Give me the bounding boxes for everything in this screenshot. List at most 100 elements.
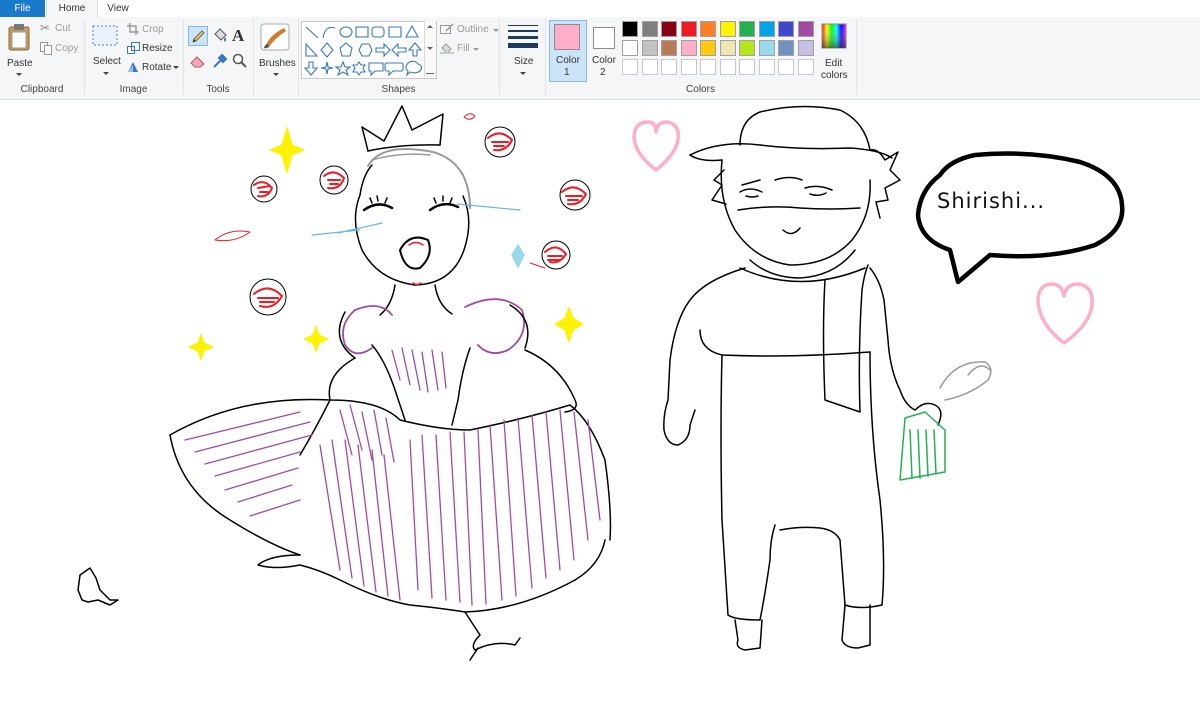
resize-button[interactable]: Resize xyxy=(127,41,175,57)
curve-shape-icon xyxy=(322,26,336,39)
yellow-sparkle xyxy=(303,325,329,353)
rose xyxy=(529,240,571,270)
palette-color-swatch[interactable] xyxy=(778,21,794,37)
group-separator xyxy=(499,19,500,95)
select-rectangle-icon xyxy=(92,25,118,46)
polygon-shape-icon xyxy=(388,26,402,38)
palette-color-swatch[interactable] xyxy=(622,21,638,37)
shapes-gallery-icons xyxy=(303,24,423,77)
rotate-icon xyxy=(128,62,138,72)
rose xyxy=(250,175,278,203)
text-tool-button[interactable]: A xyxy=(230,26,248,46)
oval-callout-shape-icon xyxy=(384,62,404,77)
palette-color-swatch[interactable] xyxy=(758,21,775,37)
palette-color-swatch[interactable] xyxy=(641,21,658,37)
tab-file[interactable]: File xyxy=(0,0,45,17)
grey-string-drawing xyxy=(939,361,992,401)
color-picker-tool-button[interactable] xyxy=(210,51,230,71)
rotate-dropdown-icon xyxy=(173,66,179,69)
pencil-tool-button[interactable] xyxy=(188,26,208,46)
bucket-icon xyxy=(214,28,227,42)
tab-home[interactable]: Home xyxy=(46,0,98,18)
eraser-tool-button[interactable] xyxy=(188,51,208,71)
paste-button[interactable]: Paste xyxy=(2,21,34,79)
cut-label: Cut xyxy=(55,23,71,34)
palette-color-swatch[interactable] xyxy=(719,21,736,37)
resize-label: Resize xyxy=(142,43,173,54)
palette-color-swatch[interactable] xyxy=(797,40,814,56)
pentagon-shape-icon xyxy=(339,42,353,57)
rectangle-shape-icon xyxy=(355,26,369,38)
color-1-number: 1 xyxy=(564,67,570,78)
palette-custom-empty-swatch[interactable] xyxy=(758,59,775,75)
fill-bucket-icon xyxy=(440,43,454,54)
fill-dropdown-icon xyxy=(473,48,479,51)
shapes-gallery[interactable] xyxy=(301,21,437,79)
palette-color-swatch[interactable] xyxy=(758,40,775,56)
group-label-clipboard: Clipboard xyxy=(20,84,64,95)
group-label-shapes: Shapes xyxy=(381,84,416,95)
shapes-gallery-row2 xyxy=(301,78,435,79)
group-label-colors: Colors xyxy=(686,84,715,95)
palette-color-swatch[interactable] xyxy=(739,21,755,37)
brushes-button[interactable]: Brushes xyxy=(256,21,296,79)
palette-custom-empty-swatch[interactable] xyxy=(661,59,677,75)
palette-color-swatch[interactable] xyxy=(700,40,716,56)
magnifier-tool-button[interactable] xyxy=(230,51,250,71)
outline-button[interactable]: Outline xyxy=(440,22,500,38)
palette-color-swatch[interactable] xyxy=(622,40,638,56)
palette-color-swatch[interactable] xyxy=(680,40,697,56)
red-petal xyxy=(214,230,251,242)
palette-color-swatch[interactable] xyxy=(700,21,716,37)
rotate-button[interactable]: Rotate xyxy=(127,60,179,76)
select-button[interactable]: Select xyxy=(89,21,123,79)
palette-color-swatch[interactable] xyxy=(641,40,658,56)
fill-button[interactable]: Fill xyxy=(440,41,490,57)
size-button[interactable]: Size xyxy=(504,21,542,79)
palette-custom-empty-swatch[interactable] xyxy=(700,59,716,75)
palette-color-swatch[interactable] xyxy=(797,21,814,37)
outline-label: Outline xyxy=(457,24,489,35)
expand-gallery-icon[interactable] xyxy=(426,65,434,74)
hexagon-shape-icon xyxy=(358,43,373,57)
triangle-shape-icon xyxy=(405,24,419,38)
palette-custom-empty-swatch[interactable] xyxy=(719,59,736,75)
up-arrow-shape-icon xyxy=(407,42,423,57)
color-wheel-icon xyxy=(821,23,847,49)
copy-button[interactable]: Copy xyxy=(40,41,82,57)
palette-custom-empty-swatch[interactable] xyxy=(622,59,638,75)
edit-colors-label-line1: Edit xyxy=(825,58,843,69)
palette-color-swatch[interactable] xyxy=(719,40,736,56)
scissors-icon: ✂ xyxy=(40,21,51,35)
rose xyxy=(559,179,591,211)
paste-dropdown-icon xyxy=(16,73,22,76)
speech-bubble-text: Shirishi... xyxy=(937,189,1046,213)
drawing-canvas[interactable]: Shirishi... xyxy=(0,100,1200,701)
palette-color-swatch[interactable] xyxy=(680,21,697,37)
magnifier-icon xyxy=(232,53,247,68)
shapes-gallery-scrollbar[interactable] xyxy=(424,21,436,77)
cut-button[interactable]: ✂ Cut xyxy=(40,21,80,38)
edit-colors-button[interactable]: Edit colors xyxy=(816,20,852,81)
palette-custom-empty-swatch[interactable] xyxy=(778,59,794,75)
blue-tear-drop xyxy=(511,244,525,268)
palette-color-swatch[interactable] xyxy=(778,40,794,56)
palette-custom-empty-swatch[interactable] xyxy=(739,59,755,75)
rose xyxy=(249,278,287,316)
palette-color-swatch[interactable] xyxy=(739,40,755,56)
ribbon: Paste ✂ Cut Copy Clipboard Select Crop R… xyxy=(0,17,1200,100)
fill-tool-button[interactable] xyxy=(210,26,230,46)
crop-button[interactable]: Crop xyxy=(127,22,169,38)
palette-color-swatch[interactable] xyxy=(661,21,677,37)
scroll-down-icon[interactable] xyxy=(427,47,433,50)
palette-custom-empty-swatch[interactable] xyxy=(797,59,814,75)
scroll-up-icon[interactable] xyxy=(427,25,433,28)
rounded-rectangle-shape-icon xyxy=(371,26,385,38)
line-shape-icon xyxy=(305,26,319,39)
palette-custom-empty-swatch[interactable] xyxy=(680,59,697,75)
rectangular-callout-shape-icon xyxy=(368,62,384,77)
tab-view[interactable]: View xyxy=(96,0,140,17)
palette-custom-empty-swatch[interactable] xyxy=(641,59,658,75)
right-arrow-shape-icon xyxy=(375,42,391,58)
palette-color-swatch[interactable] xyxy=(661,40,677,56)
